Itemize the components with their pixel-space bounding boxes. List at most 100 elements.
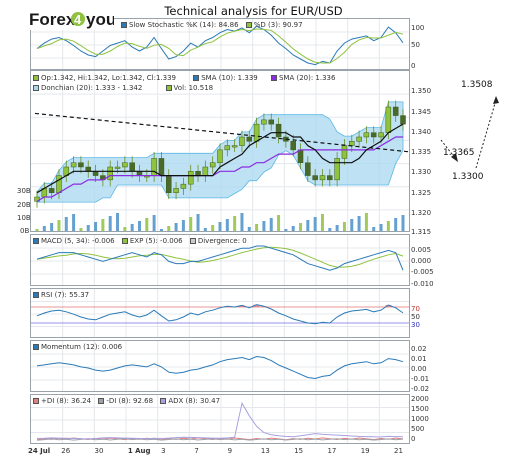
volume-bar	[313, 217, 317, 231]
target-1-label: 1.3508	[461, 80, 493, 90]
stoch-d-swatch	[245, 22, 252, 28]
candle-body	[224, 145, 231, 151]
x-tick-label: 7	[194, 447, 199, 455]
price-tick: 1.345	[411, 108, 432, 116]
svg-text:you: you	[86, 10, 114, 29]
candle-body	[107, 166, 113, 181]
volume-bar	[35, 229, 39, 231]
price-tick: 1.315	[411, 228, 432, 236]
candle-body	[253, 123, 260, 142]
volume-tick: 30B	[17, 187, 31, 195]
volume-bar	[240, 213, 244, 231]
volume-bar	[159, 229, 163, 231]
candle-body	[92, 171, 99, 176]
x-tick-label: 9	[227, 447, 233, 455]
momentum-panel: Momentum (12): 0.006	[30, 340, 410, 392]
candle-body	[195, 171, 201, 176]
candle-body	[122, 162, 128, 168]
stochastic-legend: Slow Stochastic %K (14): 84.86 %D (3): 9…	[121, 21, 308, 29]
candle-body	[187, 171, 194, 185]
stoch-tick: 100	[411, 24, 425, 32]
candle-body	[378, 132, 384, 138]
candle-body	[370, 132, 377, 138]
volume-bar	[94, 222, 98, 231]
volume-bar	[181, 220, 185, 231]
volume-bar	[394, 218, 398, 231]
volume-bar	[123, 227, 127, 231]
adx-tick: 500	[411, 425, 425, 433]
candle-body	[297, 149, 304, 163]
rsi-tick: 30	[411, 321, 420, 329]
macd-legend: MACD (5, 34): -0.006 EXP (5): -0.006 Div…	[33, 237, 252, 245]
volume-bar	[255, 224, 259, 231]
adx-label: ADX (8): 30.47	[168, 397, 221, 405]
adx-tick: 1000	[411, 415, 429, 423]
adx-tick: 0	[411, 435, 416, 443]
volume-bar	[364, 213, 368, 231]
price-tick: 1.350	[411, 87, 432, 95]
macd-tick: 0.000	[411, 257, 432, 265]
volume-bar	[50, 223, 54, 231]
momentum-tick: -0.02	[411, 385, 430, 393]
macd-tick: -0.005	[411, 268, 434, 276]
candle-body	[341, 145, 348, 159]
volume-bar	[218, 222, 222, 231]
rsi-tick: 70	[411, 305, 420, 313]
svg-text:4: 4	[74, 12, 82, 27]
adx-tick: 2000	[411, 395, 429, 403]
volume-bar	[386, 221, 390, 231]
volume-bar	[174, 223, 178, 231]
forex4you-logo: Forex 4 you	[28, 8, 114, 30]
volume-bar	[86, 225, 90, 231]
volume-bar	[269, 218, 273, 231]
volume-label: Vol: 10.518	[173, 84, 214, 92]
volume-bar	[299, 223, 303, 231]
x-tick-label: 17	[327, 447, 337, 455]
macd-panel: MACD (5, 34): -0.006 EXP (5): -0.006 Div…	[30, 234, 410, 286]
volume-tick: 20B	[17, 201, 31, 209]
stoch-d-label: %D (3): 90.97	[253, 21, 303, 29]
volume-bar	[211, 225, 215, 231]
volume-bar	[342, 222, 346, 231]
momentum-tick: 0.02	[411, 345, 427, 353]
stoch-tick: 0	[411, 62, 416, 70]
volume-bar	[64, 217, 68, 231]
candle-body	[114, 166, 121, 169]
volume-bar	[247, 227, 251, 231]
volume-bar	[196, 214, 200, 231]
candle-body	[129, 162, 135, 172]
adx-tick: 1500	[411, 405, 429, 413]
candle-body	[70, 162, 77, 168]
volume-bar	[130, 224, 134, 231]
volume-bar	[101, 219, 105, 231]
volume-bar	[284, 229, 288, 231]
stoch-k-swatch	[121, 22, 127, 28]
volume-bar	[167, 226, 171, 231]
momentum-tick: 0.00	[411, 365, 427, 373]
volume-bar	[306, 220, 310, 231]
momentum-legend: Momentum (12): 0.006	[33, 343, 127, 351]
candle-body	[217, 149, 223, 163]
candle-body	[202, 166, 209, 176]
candle-body	[356, 136, 362, 142]
price-tick: 1.340	[411, 128, 432, 136]
volume-bar	[108, 216, 112, 231]
candle-body	[231, 145, 238, 148]
candle-body	[136, 171, 143, 176]
candle-body	[392, 106, 399, 116]
volume-bar	[137, 221, 141, 231]
volume-bar	[72, 214, 76, 231]
volume-bar	[116, 213, 120, 231]
candle-body	[305, 162, 311, 176]
arrow-up-head	[493, 96, 499, 104]
price-plot	[31, 71, 409, 231]
price-tick: 1.335	[411, 148, 432, 156]
level-2-label: 1.3300	[452, 172, 484, 182]
x-tick-label: 26	[61, 447, 71, 455]
rsi-label: RSI (7): 55.37	[41, 291, 90, 299]
candle-body	[166, 175, 172, 193]
candle-body	[327, 175, 333, 181]
x-tick-label: 19	[360, 447, 370, 455]
volume-bar	[57, 220, 61, 231]
candle-body	[268, 119, 274, 125]
